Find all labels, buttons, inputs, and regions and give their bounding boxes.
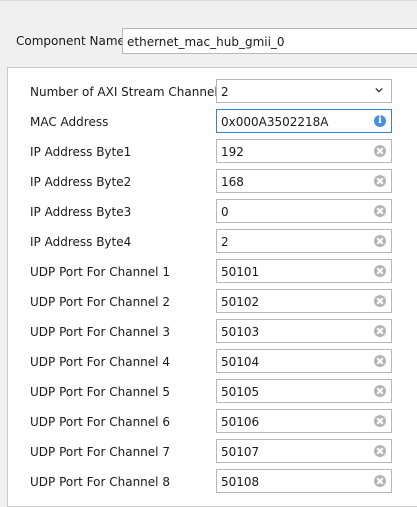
- udp-port-channel-6-row: UDP Port For Channel 6 50106: [30, 409, 417, 435]
- clear-icon[interactable]: [374, 175, 386, 187]
- udp-port-channel-2-input[interactable]: 50102: [216, 289, 392, 313]
- udp-port-channel-8-input[interactable]: 50108: [216, 469, 392, 493]
- udp-port-channel-3-row: UDP Port For Channel 3 50103: [30, 319, 417, 345]
- clear-icon[interactable]: [374, 295, 386, 307]
- ip-byte1-row: IP Address Byte1 192: [30, 139, 417, 165]
- component-name-row: Component Name ethernet_mac_hub_gmii_0: [0, 28, 417, 56]
- udp-port-channel-2-label: UDP Port For Channel 2: [30, 295, 170, 309]
- udp-port-channel-6-label: UDP Port For Channel 6: [30, 415, 170, 429]
- clear-icon[interactable]: [374, 475, 386, 487]
- chevron-down-icon[interactable]: [375, 86, 383, 94]
- info-icon[interactable]: i: [374, 115, 386, 127]
- ip-byte4-value: 2: [221, 235, 229, 249]
- ip-byte2-value: 168: [221, 175, 244, 189]
- mac-address-row: MAC Address 0x000A3502218A i: [30, 109, 417, 135]
- parameters-panel: Number of AXI Stream Channels 2 MAC Addr…: [7, 67, 417, 507]
- udp-port-channel-6-input[interactable]: 50106: [216, 409, 392, 433]
- udp-port-channel-2-row: UDP Port For Channel 2 50102: [30, 289, 417, 315]
- component-name-input[interactable]: ethernet_mac_hub_gmii_0: [122, 28, 417, 54]
- mac-address-value: 0x000A3502218A: [221, 115, 329, 129]
- mac-address-label: MAC Address: [30, 115, 109, 129]
- udp-port-channel-6-value: 50106: [221, 415, 260, 429]
- ip-byte4-input[interactable]: 2: [216, 229, 392, 253]
- udp-port-channel-1-input[interactable]: 50101: [216, 259, 392, 283]
- ip-byte2-label: IP Address Byte2: [30, 175, 132, 189]
- udp-port-channel-5-row: UDP Port For Channel 5 50105: [30, 379, 417, 405]
- ip-byte1-value: 192: [221, 145, 244, 159]
- clear-icon[interactable]: [374, 325, 386, 337]
- clear-icon[interactable]: [374, 415, 386, 427]
- component-name-label: Component Name: [16, 34, 125, 48]
- clear-icon[interactable]: [374, 445, 386, 457]
- axi-stream-channels-select[interactable]: 2: [216, 79, 392, 103]
- clear-icon[interactable]: [374, 235, 386, 247]
- clear-icon[interactable]: [374, 265, 386, 277]
- axi-stream-channels-value: 2: [221, 85, 229, 99]
- udp-port-channel-8-value: 50108: [221, 475, 260, 489]
- udp-port-channel-4-row: UDP Port For Channel 4 50104: [30, 349, 417, 375]
- ip-byte3-label: IP Address Byte3: [30, 205, 132, 219]
- udp-port-channel-7-row: UDP Port For Channel 7 50107: [30, 439, 417, 465]
- udp-port-channel-4-input[interactable]: 50104: [216, 349, 392, 373]
- udp-port-channel-7-value: 50107: [221, 445, 260, 459]
- mac-address-input[interactable]: 0x000A3502218A i: [216, 109, 392, 133]
- udp-port-channel-7-label: UDP Port For Channel 7: [30, 445, 170, 459]
- axi-stream-channels-row: Number of AXI Stream Channels 2: [30, 79, 417, 105]
- ip-byte3-row: IP Address Byte3 0: [30, 199, 417, 225]
- udp-port-channel-5-value: 50105: [221, 385, 260, 399]
- udp-port-channel-8-row: UDP Port For Channel 8 50108: [30, 469, 417, 495]
- udp-port-channel-3-value: 50103: [221, 325, 260, 339]
- ip-byte4-label: IP Address Byte4: [30, 235, 132, 249]
- ip-byte3-input[interactable]: 0: [216, 199, 392, 223]
- clear-icon[interactable]: [374, 385, 386, 397]
- udp-port-channel-5-input[interactable]: 50105: [216, 379, 392, 403]
- ip-byte1-label: IP Address Byte1: [30, 145, 132, 159]
- udp-port-channel-4-label: UDP Port For Channel 4: [30, 355, 170, 369]
- udp-port-channel-1-value: 50101: [221, 265, 260, 279]
- clear-icon[interactable]: [374, 205, 386, 217]
- ip-byte1-input[interactable]: 192: [216, 139, 392, 163]
- ip-byte4-row: IP Address Byte4 2: [30, 229, 417, 255]
- udp-port-channel-7-input[interactable]: 50107: [216, 439, 392, 463]
- udp-port-channel-8-label: UDP Port For Channel 8: [30, 475, 170, 489]
- udp-port-channel-5-label: UDP Port For Channel 5: [30, 385, 170, 399]
- udp-port-channel-2-value: 50102: [221, 295, 260, 309]
- clear-icon[interactable]: [374, 355, 386, 367]
- udp-port-channel-1-label: UDP Port For Channel 1: [30, 265, 170, 279]
- ip-byte2-row: IP Address Byte2 168: [30, 169, 417, 195]
- axi-stream-channels-label: Number of AXI Stream Channels: [30, 85, 224, 99]
- top-divider: [0, 0, 417, 1]
- clear-icon[interactable]: [374, 145, 386, 157]
- ip-byte3-value: 0: [221, 205, 229, 219]
- ip-byte2-input[interactable]: 168: [216, 169, 392, 193]
- udp-port-channel-1-row: UDP Port For Channel 1 50101: [30, 259, 417, 285]
- udp-port-channel-3-label: UDP Port For Channel 3: [30, 325, 170, 339]
- udp-port-channel-3-input[interactable]: 50103: [216, 319, 392, 343]
- udp-port-channel-4-value: 50104: [221, 355, 260, 369]
